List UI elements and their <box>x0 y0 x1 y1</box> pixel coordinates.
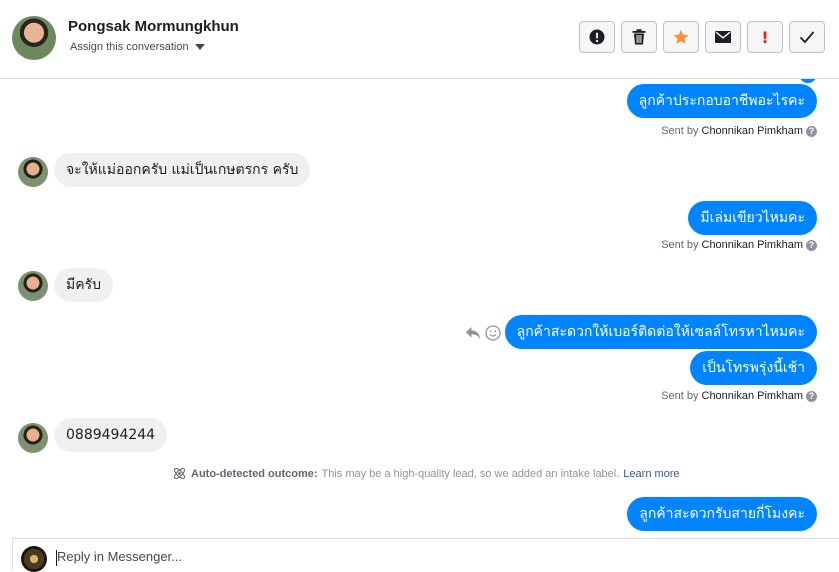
envelope-icon <box>715 31 731 43</box>
alert-circle-icon <box>589 29 605 45</box>
atom-icon <box>173 467 186 480</box>
message-bubble-outgoing[interactable]: เป็นโทรพรุ่งนี้เช้า <box>690 351 817 385</box>
conversation-toolbar: ! <box>579 21 825 53</box>
sent-by-line: Sent by Chonnikan Pimkham ? <box>661 125 817 137</box>
mark-spam-button[interactable] <box>579 21 615 53</box>
contact-avatar-small <box>18 157 48 187</box>
message-bubble-incoming[interactable]: 0889494244 <box>54 418 168 452</box>
star-button[interactable] <box>663 21 699 53</box>
outcome-text: This may be a high-quality lead, so we a… <box>321 467 620 480</box>
message-bubble-outgoing-partial[interactable] <box>799 79 817 83</box>
contact-avatar-small <box>18 423 48 453</box>
learn-more-link[interactable]: Learn more <box>623 468 679 480</box>
message-bubble-incoming[interactable]: มีครับ <box>54 268 113 302</box>
exclamation-icon: ! <box>761 27 769 47</box>
help-icon[interactable]: ? <box>806 239 817 251</box>
page-avatar <box>21 546 47 572</box>
message-thread[interactable]: ลูกค้าประกอบอาชีพอะไรคะ Sent by Chonnika… <box>0 79 839 538</box>
message-bubble-outgoing[interactable]: ลูกค้าสะดวกให้เบอร์ติดต่อให้เซลล์โทรหาไห… <box>504 315 817 349</box>
contact-name[interactable]: Pongsak Mormungkhun <box>68 18 239 35</box>
contact-avatar[interactable] <box>12 16 56 60</box>
sent-by-prefix: Sent by <box>661 390 699 402</box>
emoji-reaction-icon[interactable] <box>485 325 501 341</box>
message-bubble-outgoing[interactable]: ลูกค้าประกอบอาชีพอะไรคะ <box>626 84 817 118</box>
contact-avatar-small <box>18 271 48 301</box>
sent-by-prefix: Sent by <box>661 125 699 137</box>
mark-unread-button[interactable] <box>705 21 741 53</box>
caret-down-icon <box>194 44 205 50</box>
sent-by-line: Sent by Chonnikan Pimkham ? <box>661 390 817 402</box>
outcome-label: Auto-detected outcome: <box>191 467 318 480</box>
mark-done-button[interactable] <box>789 21 825 53</box>
help-icon[interactable]: ? <box>806 125 817 137</box>
sent-by-prefix: Sent by <box>661 239 699 251</box>
assign-conversation-dropdown[interactable]: Assign this conversation <box>70 41 205 53</box>
conversation-header: Pongsak Mormungkhun Assign this conversa… <box>0 0 839 79</box>
reply-composer <box>12 538 839 572</box>
assign-label: Assign this conversation <box>70 41 189 53</box>
reply-arrow-icon[interactable] <box>465 326 481 340</box>
message-bubble-outgoing[interactable]: มีเล่มเขียวไหมคะ <box>688 201 817 235</box>
follow-up-button[interactable]: ! <box>747 21 783 53</box>
sender-name[interactable]: Chonnikan Pimkham <box>702 239 804 251</box>
delete-button[interactable] <box>621 21 657 53</box>
message-bubble-incoming[interactable]: จะให้แม่ออกครับ แม่เป็นเกษตรกร ครับ <box>54 153 311 187</box>
auto-detected-outcome-notice: Auto-detected outcome: This may be a hig… <box>172 466 680 481</box>
checkmark-icon <box>799 31 815 44</box>
sent-by-line: Sent by Chonnikan Pimkham ? <box>661 239 817 251</box>
sender-name[interactable]: Chonnikan Pimkham <box>702 125 804 137</box>
star-icon <box>673 29 689 44</box>
message-bubble-outgoing[interactable]: ลูกค้าสะดวกรับสายกี่โมงคะ <box>627 497 817 531</box>
message-hover-actions <box>465 325 501 341</box>
trash-icon <box>632 29 646 45</box>
help-icon[interactable]: ? <box>806 390 817 402</box>
sender-name[interactable]: Chonnikan Pimkham <box>702 390 804 402</box>
reply-input[interactable] <box>57 549 757 564</box>
